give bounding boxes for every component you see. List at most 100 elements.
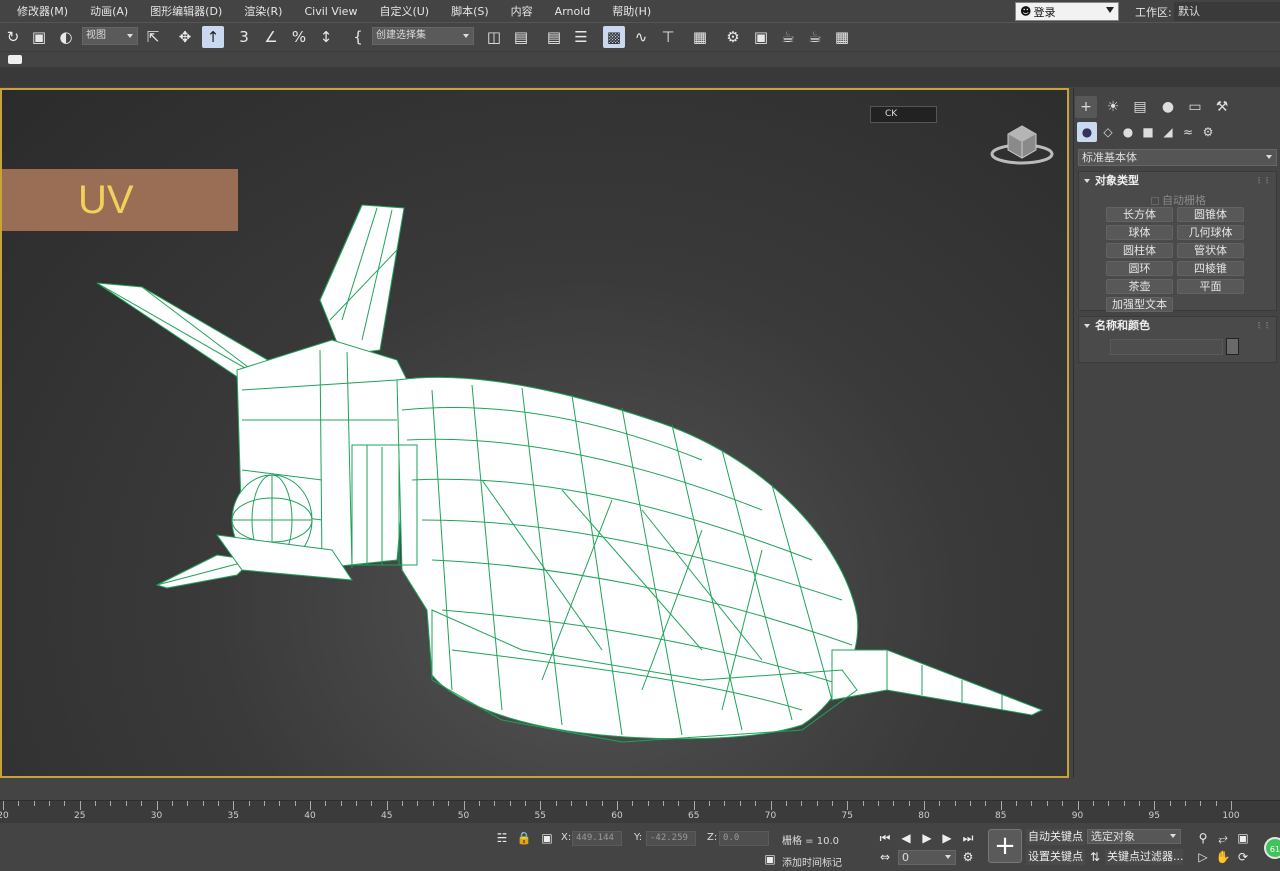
autogrid-checkbox[interactable]: 自动栅格	[1079, 192, 1278, 208]
sphere-button[interactable]: 球体	[1106, 225, 1173, 240]
create-tab-icon[interactable]: +	[1075, 96, 1097, 118]
redo-icon[interactable]: ↻	[2, 26, 24, 48]
orbit-icon[interactable]: ⟳	[1235, 849, 1251, 865]
menu-arnold[interactable]: Arnold	[544, 5, 602, 18]
utilities-tab-icon[interactable]: ⚒	[1211, 96, 1233, 118]
move-icon[interactable]: ✥	[174, 26, 196, 48]
x-coordinate-field[interactable]: 449.144	[572, 831, 622, 846]
angle-snap-icon[interactable]: ∠	[260, 26, 282, 48]
render-iterative-icon[interactable]: ☕	[804, 26, 826, 48]
snap-3d-icon[interactable]: 3	[233, 26, 255, 48]
shapes-icon[interactable]: ◇	[1098, 122, 1118, 142]
material-editor-icon[interactable]: ▦	[689, 26, 711, 48]
plane-button[interactable]: 平面	[1177, 279, 1244, 294]
set-key-big-button[interactable]: +	[988, 829, 1022, 863]
menu-customize[interactable]: 自定义(U)	[368, 3, 440, 19]
geosphere-button[interactable]: 几何球体	[1177, 225, 1244, 240]
notification-badge[interactable]: 61	[1264, 837, 1280, 859]
modify-tab-icon[interactable]: ☀	[1102, 96, 1124, 118]
menu-rendering[interactable]: 渲染(R)	[233, 3, 293, 19]
pan-icon[interactable]: ✋	[1215, 849, 1231, 865]
current-frame-spinner[interactable]: 0	[898, 850, 956, 865]
goto-end-icon[interactable]: ⏭	[960, 830, 976, 846]
render-production-icon[interactable]: ☕	[777, 26, 799, 48]
view-select[interactable]: 视图	[82, 27, 138, 45]
menu-content[interactable]: 内容	[500, 3, 544, 19]
rendered-frame-icon[interactable]: ▣	[750, 26, 772, 48]
curve-editor-icon[interactable]: ∿	[630, 26, 652, 48]
menu-animation[interactable]: 动画(A)	[79, 3, 139, 19]
spinner-snap-icon[interactable]: ↕	[315, 26, 337, 48]
mirror-icon[interactable]: ◫	[483, 26, 505, 48]
menu-modifiers[interactable]: 修改器(M)	[6, 3, 79, 19]
pyramid-button[interactable]: 四棱锥	[1177, 261, 1244, 276]
align-icon[interactable]: ▤	[510, 26, 532, 48]
cameras-icon[interactable]: ■	[1138, 122, 1158, 142]
object-color-swatch[interactable]	[1226, 338, 1239, 355]
menu-scripting[interactable]: 脚本(S)	[440, 3, 500, 19]
edit-named-selection-icon[interactable]: {	[347, 26, 369, 48]
object-category-select[interactable]: 标准基本体	[1078, 149, 1277, 166]
lights-icon[interactable]: ●	[1118, 122, 1138, 142]
toggle-ribbon-icon[interactable]: ▩	[603, 26, 625, 48]
zoom-all-icon[interactable]: ⥂	[1215, 830, 1231, 846]
select-and-link-icon[interactable]: ⇱	[142, 26, 164, 48]
named-selection-set[interactable]: 创建选择集	[372, 27, 474, 45]
lock-icon[interactable]: 🔒	[516, 830, 532, 846]
workspace-select[interactable]: 默认	[1174, 2, 1280, 21]
helpers-icon[interactable]: ◢	[1158, 122, 1178, 142]
name-color-header[interactable]: 名称和颜色 ⋮⋮	[1079, 317, 1276, 335]
login-dropdown[interactable]: ☻ 登录	[1015, 2, 1119, 21]
key-mode-icon[interactable]: ⇔	[877, 849, 893, 865]
key-filters-button[interactable]: 关键点过滤器...	[1105, 849, 1183, 865]
layer-explorer-icon[interactable]: ☰	[570, 26, 592, 48]
window-crossing-icon[interactable]: ◐	[55, 26, 77, 48]
prev-frame-icon[interactable]: ◀	[898, 830, 914, 846]
display-tab-icon[interactable]: ▭	[1184, 96, 1206, 118]
cone-button[interactable]: 圆锥体	[1177, 207, 1244, 222]
torus-button[interactable]: 圆环	[1106, 261, 1173, 276]
spaceship-wireframe[interactable]	[2, 90, 1069, 778]
field-of-view-icon[interactable]: ▷	[1195, 849, 1211, 865]
teapot-button[interactable]: 茶壶	[1106, 279, 1173, 294]
isolate-icon[interactable]: ☵	[494, 830, 510, 846]
goto-start-icon[interactable]: ⏮	[877, 830, 893, 846]
perspective-viewport[interactable]: UV CK	[0, 88, 1069, 778]
hierarchy-tab-icon[interactable]: ▤	[1129, 96, 1151, 118]
render-setup-icon[interactable]: ⚙	[722, 26, 744, 48]
select-region-icon[interactable]: ▣	[28, 26, 50, 48]
select-object-icon[interactable]: ↑	[202, 26, 224, 48]
time-config-icon[interactable]: ⚙	[960, 849, 976, 865]
next-frame-icon[interactable]: ▶	[939, 830, 955, 846]
absolute-mode-icon[interactable]: ▣	[539, 830, 555, 846]
space-warps-icon[interactable]: ≈	[1178, 122, 1198, 142]
zoom-icon[interactable]: ⚲	[1195, 830, 1211, 846]
set-key-button[interactable]: 设置关键点	[1026, 849, 1085, 865]
menu-help[interactable]: 帮助(H)	[601, 3, 662, 19]
cylinder-button[interactable]: 圆柱体	[1106, 243, 1173, 258]
z-coordinate-field[interactable]: 0.0	[719, 831, 769, 846]
object-name-input[interactable]	[1110, 339, 1223, 355]
motion-tab-icon[interactable]: ●	[1157, 96, 1179, 118]
selected-object-select[interactable]: 选定对象	[1087, 829, 1181, 844]
menu-graph-editors[interactable]: 图形编辑器(D)	[139, 3, 233, 19]
object-type-header[interactable]: 对象类型 ⋮⋮	[1079, 172, 1276, 190]
ribbon-toggle-icon[interactable]	[8, 55, 22, 64]
a360-icon[interactable]: ▦	[831, 26, 853, 48]
percent-snap-icon[interactable]: %	[288, 26, 310, 48]
camera-widget[interactable]: CK	[870, 106, 937, 123]
timeline-ruler[interactable]: 20 25 30 35 40 45 50 55 60 65 70 75 80 85 90 95 100	[0, 800, 1280, 823]
y-coordinate-field[interactable]: -42.259	[646, 831, 696, 846]
schematic-view-icon[interactable]: ⊤	[657, 26, 679, 48]
auto-key-button[interactable]: 自动关键点	[1026, 829, 1085, 845]
text-plus-button[interactable]: 加强型文本	[1106, 297, 1173, 312]
box-button[interactable]: 长方体	[1106, 207, 1173, 222]
systems-icon[interactable]: ⚙	[1198, 122, 1218, 142]
geometry-icon[interactable]: ●	[1077, 122, 1097, 142]
add-time-tag-button[interactable]: 添加时间标记	[782, 854, 842, 869]
play-icon[interactable]: ▶	[919, 830, 935, 846]
zoom-extents-icon[interactable]: ▣	[1235, 830, 1251, 846]
viewcube-icon[interactable]	[990, 120, 1054, 166]
tube-button[interactable]: 管状体	[1177, 243, 1244, 258]
scene-explorer-icon[interactable]: ▤	[543, 26, 565, 48]
